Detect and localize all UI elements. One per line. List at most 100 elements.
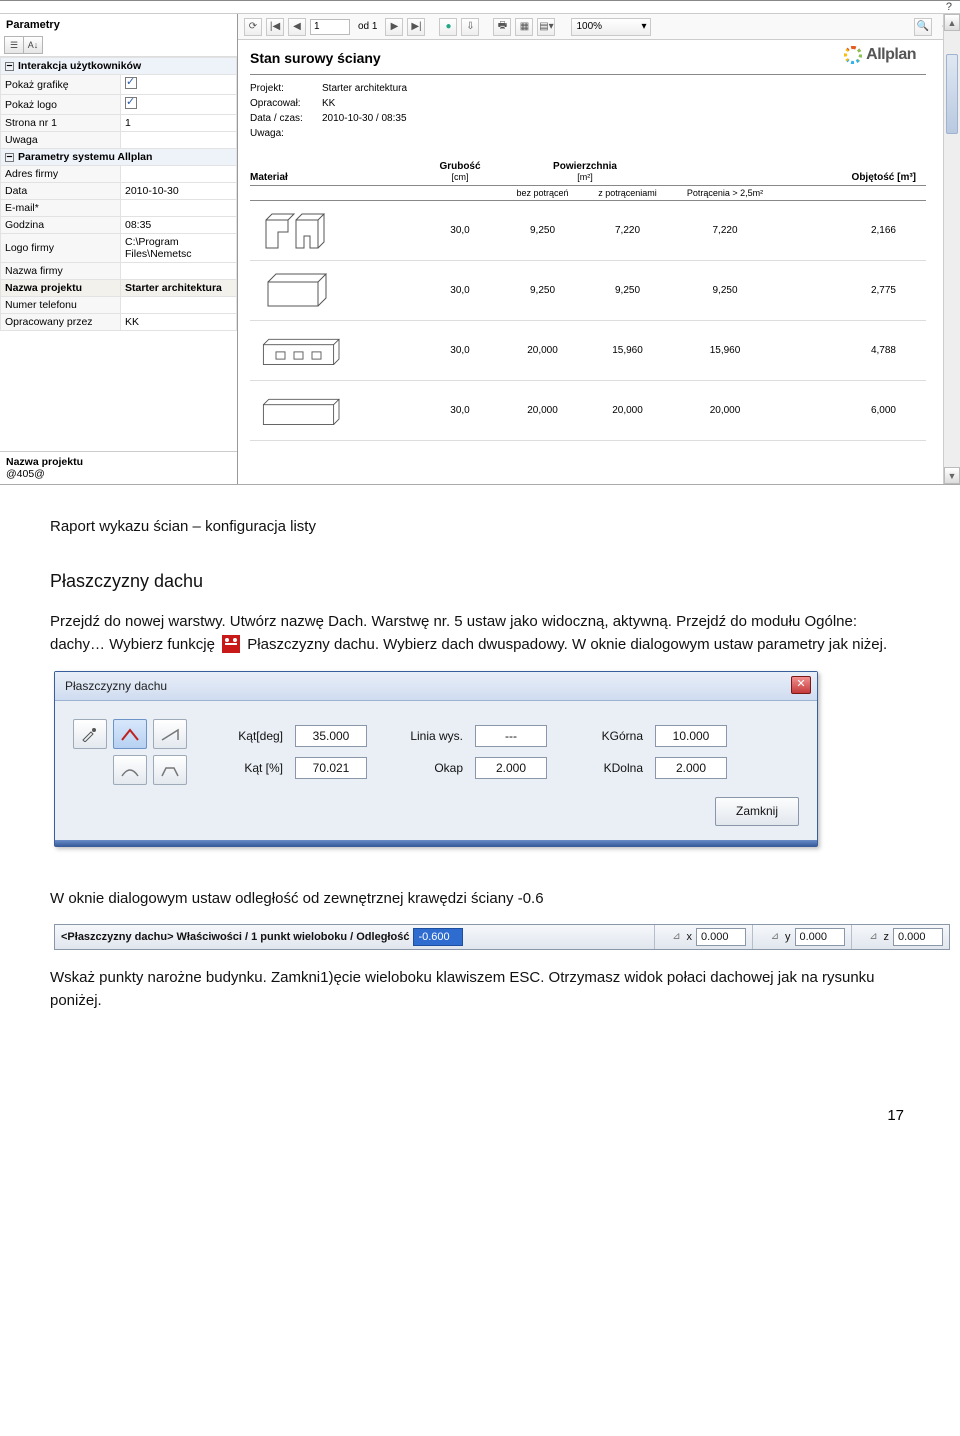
checkbox-icon[interactable] <box>125 97 137 109</box>
dialog-titlebar[interactable]: Płaszczyzny dachu ✕ <box>55 672 817 702</box>
body-paragraph: W oknie dialogowym ustaw odległość od ze… <box>50 887 910 910</box>
label-kat-pct: Kąt [%] <box>215 759 283 778</box>
prop-value[interactable] <box>121 166 237 183</box>
search-icon[interactable]: 🔍 <box>914 18 932 36</box>
prop-value[interactable] <box>121 200 237 217</box>
prop-value[interactable] <box>121 75 237 95</box>
prop-label: E-mail* <box>1 200 121 217</box>
logo-text: Allplan <box>866 46 916 64</box>
th-pow: Powierzchnia <box>553 161 617 172</box>
cell-pow-zpot: 20,000 <box>585 405 670 416</box>
prop-value[interactable]: 1 <box>121 115 237 132</box>
next-page-icon[interactable]: ▶ <box>385 18 403 36</box>
text-span: Płaszczyzny dachu. Wybierz dach dwuspado… <box>247 636 887 653</box>
zoom-value: 100% <box>576 21 602 32</box>
close-button[interactable]: Zamknij <box>715 797 799 826</box>
th-grubosc-unit: [cm] <box>452 172 469 182</box>
prop-value[interactable] <box>121 132 237 149</box>
cell-objetosc: 2,166 <box>780 225 926 236</box>
y-input[interactable]: 0.000 <box>795 928 845 946</box>
report-toolbar: ⟳ |◀ ◀ 1 od 1 ▶ ▶| ● ⇩ 🖶 ▦ ▤▾ 100%▾ 🔍 ◌ <box>238 14 960 40</box>
scroll-thumb[interactable] <box>946 54 958 134</box>
prop-label: Pokaż logo <box>1 95 121 115</box>
distance-input[interactable]: -0.600 <box>413 928 463 946</box>
section-label: Parametry systemu Allplan <box>18 151 152 163</box>
chevron-down-icon: ▾ <box>641 21 646 32</box>
expand-icon[interactable]: − <box>5 153 14 162</box>
meta-key: Data / czas: <box>250 111 322 126</box>
vertical-scrollbar[interactable]: ▲ ▼ <box>943 14 960 484</box>
prop-label: Pokaż grafikę <box>1 75 121 95</box>
caption-report: Raport wykazu ścian – konfiguracja listy <box>50 515 910 538</box>
prop-value[interactable] <box>121 95 237 115</box>
prop-label: Data <box>1 183 121 200</box>
prop-value[interactable]: 2010-10-30 <box>121 183 237 200</box>
mansard-roof-tool-icon[interactable] <box>153 755 187 785</box>
page-of-label: od 1 <box>358 21 377 32</box>
report-viewer-window: ? Parametry ☰ A↓ −Interakcja użytkownikó… <box>0 0 960 485</box>
body-paragraph: Wskaż punkty narożne budynku. Zamkni1)ęc… <box>50 966 910 1013</box>
gable-roof-tool-icon[interactable] <box>113 719 147 749</box>
report-meta: Projekt:Starter architektura Opracował:K… <box>250 81 926 141</box>
zoom-select[interactable]: 100% ▾ <box>571 18 651 36</box>
dialog-bottom-edge <box>55 840 817 846</box>
input-kdolna[interactable]: 2.000 <box>655 757 727 779</box>
logo-ring-icon <box>844 46 862 64</box>
help-icon[interactable]: ? <box>0 1 960 14</box>
properties-panel: Parametry ☰ A↓ −Interakcja użytkowników … <box>0 14 238 484</box>
sub-bez: bez potrąceń <box>500 188 585 198</box>
text-span: dachy… Wybierz funkcję <box>50 636 215 653</box>
stop-icon[interactable]: ● <box>439 18 457 36</box>
section-label: Interakcja użytkowników <box>18 60 141 72</box>
body-paragraph: Przejdź do nowej warstwy. Utwórz nazwę D… <box>50 610 910 657</box>
table-row: 30,09,2509,2509,2502,775 <box>250 261 926 321</box>
prop-value[interactable] <box>121 263 237 280</box>
page-setup-icon[interactable]: ▤▾ <box>537 18 555 36</box>
label-okap: Okap <box>395 759 463 778</box>
first-page-icon[interactable]: |◀ <box>266 18 284 36</box>
sort-category-icon[interactable]: ☰ <box>4 36 24 54</box>
label-kat-deg: Kąt[deg] <box>215 727 283 746</box>
expand-icon[interactable]: − <box>5 62 14 71</box>
prop-value[interactable] <box>121 297 237 314</box>
prev-page-icon[interactable]: ◀ <box>288 18 306 36</box>
page-number-input[interactable]: 1 <box>310 19 350 35</box>
layout-icon[interactable]: ▦ <box>515 18 533 36</box>
prop-value[interactable]: 08:35 <box>121 217 237 234</box>
input-kgorna[interactable]: 10.000 <box>655 725 727 747</box>
print-icon[interactable]: 🖶 <box>493 18 511 36</box>
input-okap[interactable]: 2.000 <box>475 757 547 779</box>
hip-roof-tool-icon[interactable] <box>113 755 147 785</box>
prop-value[interactable]: C:\Program Files\Nemetsc <box>121 234 237 263</box>
export-icon[interactable]: ⇩ <box>461 18 479 36</box>
cell-objetosc: 2,775 <box>780 285 926 296</box>
input-kat-pct[interactable]: 70.021 <box>295 757 367 779</box>
z-input[interactable]: 0.000 <box>893 928 943 946</box>
shed-roof-tool-icon[interactable] <box>153 719 187 749</box>
table-subheader: bez potrąceń z potrąceniami Potrącenia >… <box>250 186 926 201</box>
scroll-down-icon[interactable]: ▼ <box>944 467 960 484</box>
wall-thumbnail <box>250 268 420 314</box>
cell-pow-zpot: 7,220 <box>585 225 670 236</box>
checkbox-icon[interactable] <box>125 77 137 89</box>
prop-label: Strona nr 1 <box>1 115 121 132</box>
roof-planes-icon <box>222 635 240 653</box>
axis-x-icon: ⊿ <box>669 929 685 945</box>
refresh-icon[interactable]: ⟳ <box>244 18 262 36</box>
last-page-icon[interactable]: ▶| <box>407 18 425 36</box>
scroll-up-icon[interactable]: ▲ <box>944 14 960 31</box>
close-icon[interactable]: ✕ <box>791 676 811 694</box>
x-input[interactable]: 0.000 <box>696 928 746 946</box>
cell-objetosc: 6,000 <box>780 405 926 416</box>
sort-alpha-icon[interactable]: A↓ <box>23 36 43 54</box>
th-obj: Objętość [m³] <box>780 172 926 183</box>
label-x: x <box>687 929 693 946</box>
input-linia[interactable]: --- <box>475 725 547 747</box>
eyedropper-tool-icon[interactable] <box>73 719 107 749</box>
properties-grid: −Interakcja użytkowników Pokaż grafikę P… <box>0 57 237 331</box>
prop-value[interactable]: KK <box>121 314 237 331</box>
cell-grubosc: 30,0 <box>420 285 500 296</box>
prop-value[interactable]: Starter architektura <box>121 280 237 297</box>
input-kat-deg[interactable]: 35.000 <box>295 725 367 747</box>
meta-val: 2010-10-30 / 08:35 <box>322 111 407 126</box>
